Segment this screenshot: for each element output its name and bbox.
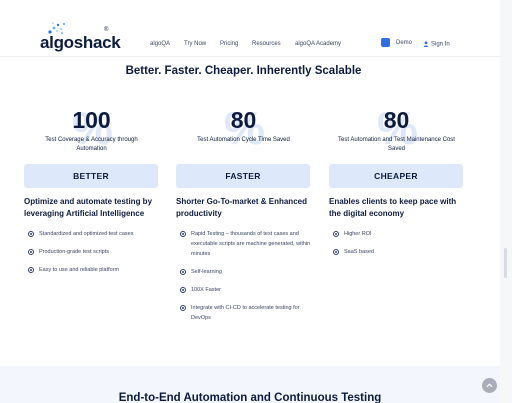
list-item-text: 100X Faster: [191, 287, 221, 293]
column-subhead: Enables clients to keep pace with the di…: [329, 197, 457, 218]
section-headline: Better. Faster. Cheaper. Inherently Scal…: [125, 65, 362, 77]
list-item-text: Higher ROI: [344, 231, 372, 237]
sign-in-label: Sign In: [431, 41, 450, 48]
list-item: Rapid Testing – thousands of test cases …: [180, 229, 315, 259]
user-icon: [423, 41, 429, 47]
feature-list: Higher ROI SaaS based: [333, 229, 468, 265]
badge-better: BETTER: [24, 164, 158, 188]
list-item-text: Integrate with CI-CD to accelerate testi…: [191, 305, 300, 321]
stat-number: 100: [72, 107, 111, 133]
bullet-icon: [28, 231, 34, 237]
list-item: Easy to use and reliable platform: [28, 265, 163, 275]
list-item: SaaS based: [333, 247, 468, 257]
list-item-text: Standardized and optimized test cases: [39, 231, 134, 237]
bullet-icon: [333, 231, 339, 237]
stat-number: 80: [383, 107, 410, 133]
list-item-text: Production-grade test scripts: [39, 249, 110, 255]
stat-number: 80: [230, 107, 257, 133]
stat-caption: Test Coverage & Accuracy through Automat…: [45, 137, 138, 152]
bullet-icon: [180, 305, 186, 311]
column-subhead: Optimize and automate testing by leverag…: [24, 197, 153, 218]
list-item: Self-learning: [180, 267, 315, 277]
scrollbar-thumb[interactable]: [504, 248, 507, 278]
nav-item-algoqa-academy[interactable]: algoQA Academy: [295, 41, 341, 47]
value-column-cheaper: % 80 Test Automation and Test Maintenanc…: [329, 101, 464, 255]
feature-list: Standardized and optimized test cases Pr…: [28, 229, 163, 283]
list-item: Integrate with CI-CD to accelerate testi…: [180, 303, 315, 323]
list-item: Standardized and optimized test cases: [28, 229, 163, 239]
list-item-text: SaaS based: [344, 249, 374, 255]
algoshack-logo[interactable]: algoshack ®: [40, 22, 121, 53]
nav-item-algoqa[interactable]: algoQA: [150, 41, 170, 47]
demo-label: Demo: [396, 40, 413, 47]
nav-item-try-now[interactable]: Try Now: [184, 41, 206, 47]
top-navbar: algoshack ® algoQA Try Now Pricing Resou…: [0, 0, 500, 57]
bullet-icon: [180, 269, 186, 275]
demo-icon: [381, 38, 390, 47]
value-column-better: % 100 Test Coverage & Accuracy through A…: [24, 101, 159, 273]
bullet-icon: [333, 249, 339, 255]
logo-registered-mark: ®: [104, 27, 109, 33]
next-section-title: End-to-End Automation and Continuous Tes…: [118, 392, 382, 403]
logo-dots-icon: [48, 22, 66, 34]
column-subhead: Shorter Go-To-market & Enhanced producti…: [176, 197, 307, 218]
nav-item-resources[interactable]: Resources: [252, 41, 281, 47]
list-item-text: Self-learning: [191, 269, 222, 275]
bullet-icon: [180, 231, 186, 237]
bullet-icon: [180, 287, 186, 293]
demo-button[interactable]: Demo: [381, 38, 412, 47]
stat-caption: Test Automation and Test Maintenance Cos…: [338, 137, 455, 152]
scroll-to-top-button[interactable]: [482, 378, 497, 393]
list-item: 100X Faster: [180, 285, 315, 295]
nav-item-pricing[interactable]: Pricing: [220, 41, 238, 47]
badge-cheaper: CHEAPER: [329, 164, 463, 188]
feature-list: Rapid Testing – thousands of test cases …: [180, 229, 315, 331]
list-item: Production-grade test scripts: [28, 247, 163, 257]
stat-block: % 80 Test Automation and Test Maintenanc…: [329, 101, 464, 161]
value-column-faster: % 80 Test Automation Cycle Time Saved FA…: [176, 101, 311, 321]
stat-caption: Test Automation Cycle Time Saved: [197, 137, 290, 143]
list-item-text: Easy to use and reliable platform: [39, 267, 120, 273]
scrollbar-track[interactable]: [500, 0, 512, 403]
bullet-icon: [28, 267, 34, 273]
badge-faster: FASTER: [176, 164, 310, 188]
bullet-icon: [28, 249, 34, 255]
arrow-up-icon: [486, 383, 493, 388]
stat-block: % 80 Test Automation Cycle Time Saved: [176, 101, 311, 161]
list-item: Higher ROI: [333, 229, 468, 239]
stat-block: % 100 Test Coverage & Accuracy through A…: [24, 101, 159, 161]
list-item-text: Rapid Testing – thousands of test cases …: [191, 231, 311, 257]
sign-in-link[interactable]: Sign In: [423, 41, 450, 48]
